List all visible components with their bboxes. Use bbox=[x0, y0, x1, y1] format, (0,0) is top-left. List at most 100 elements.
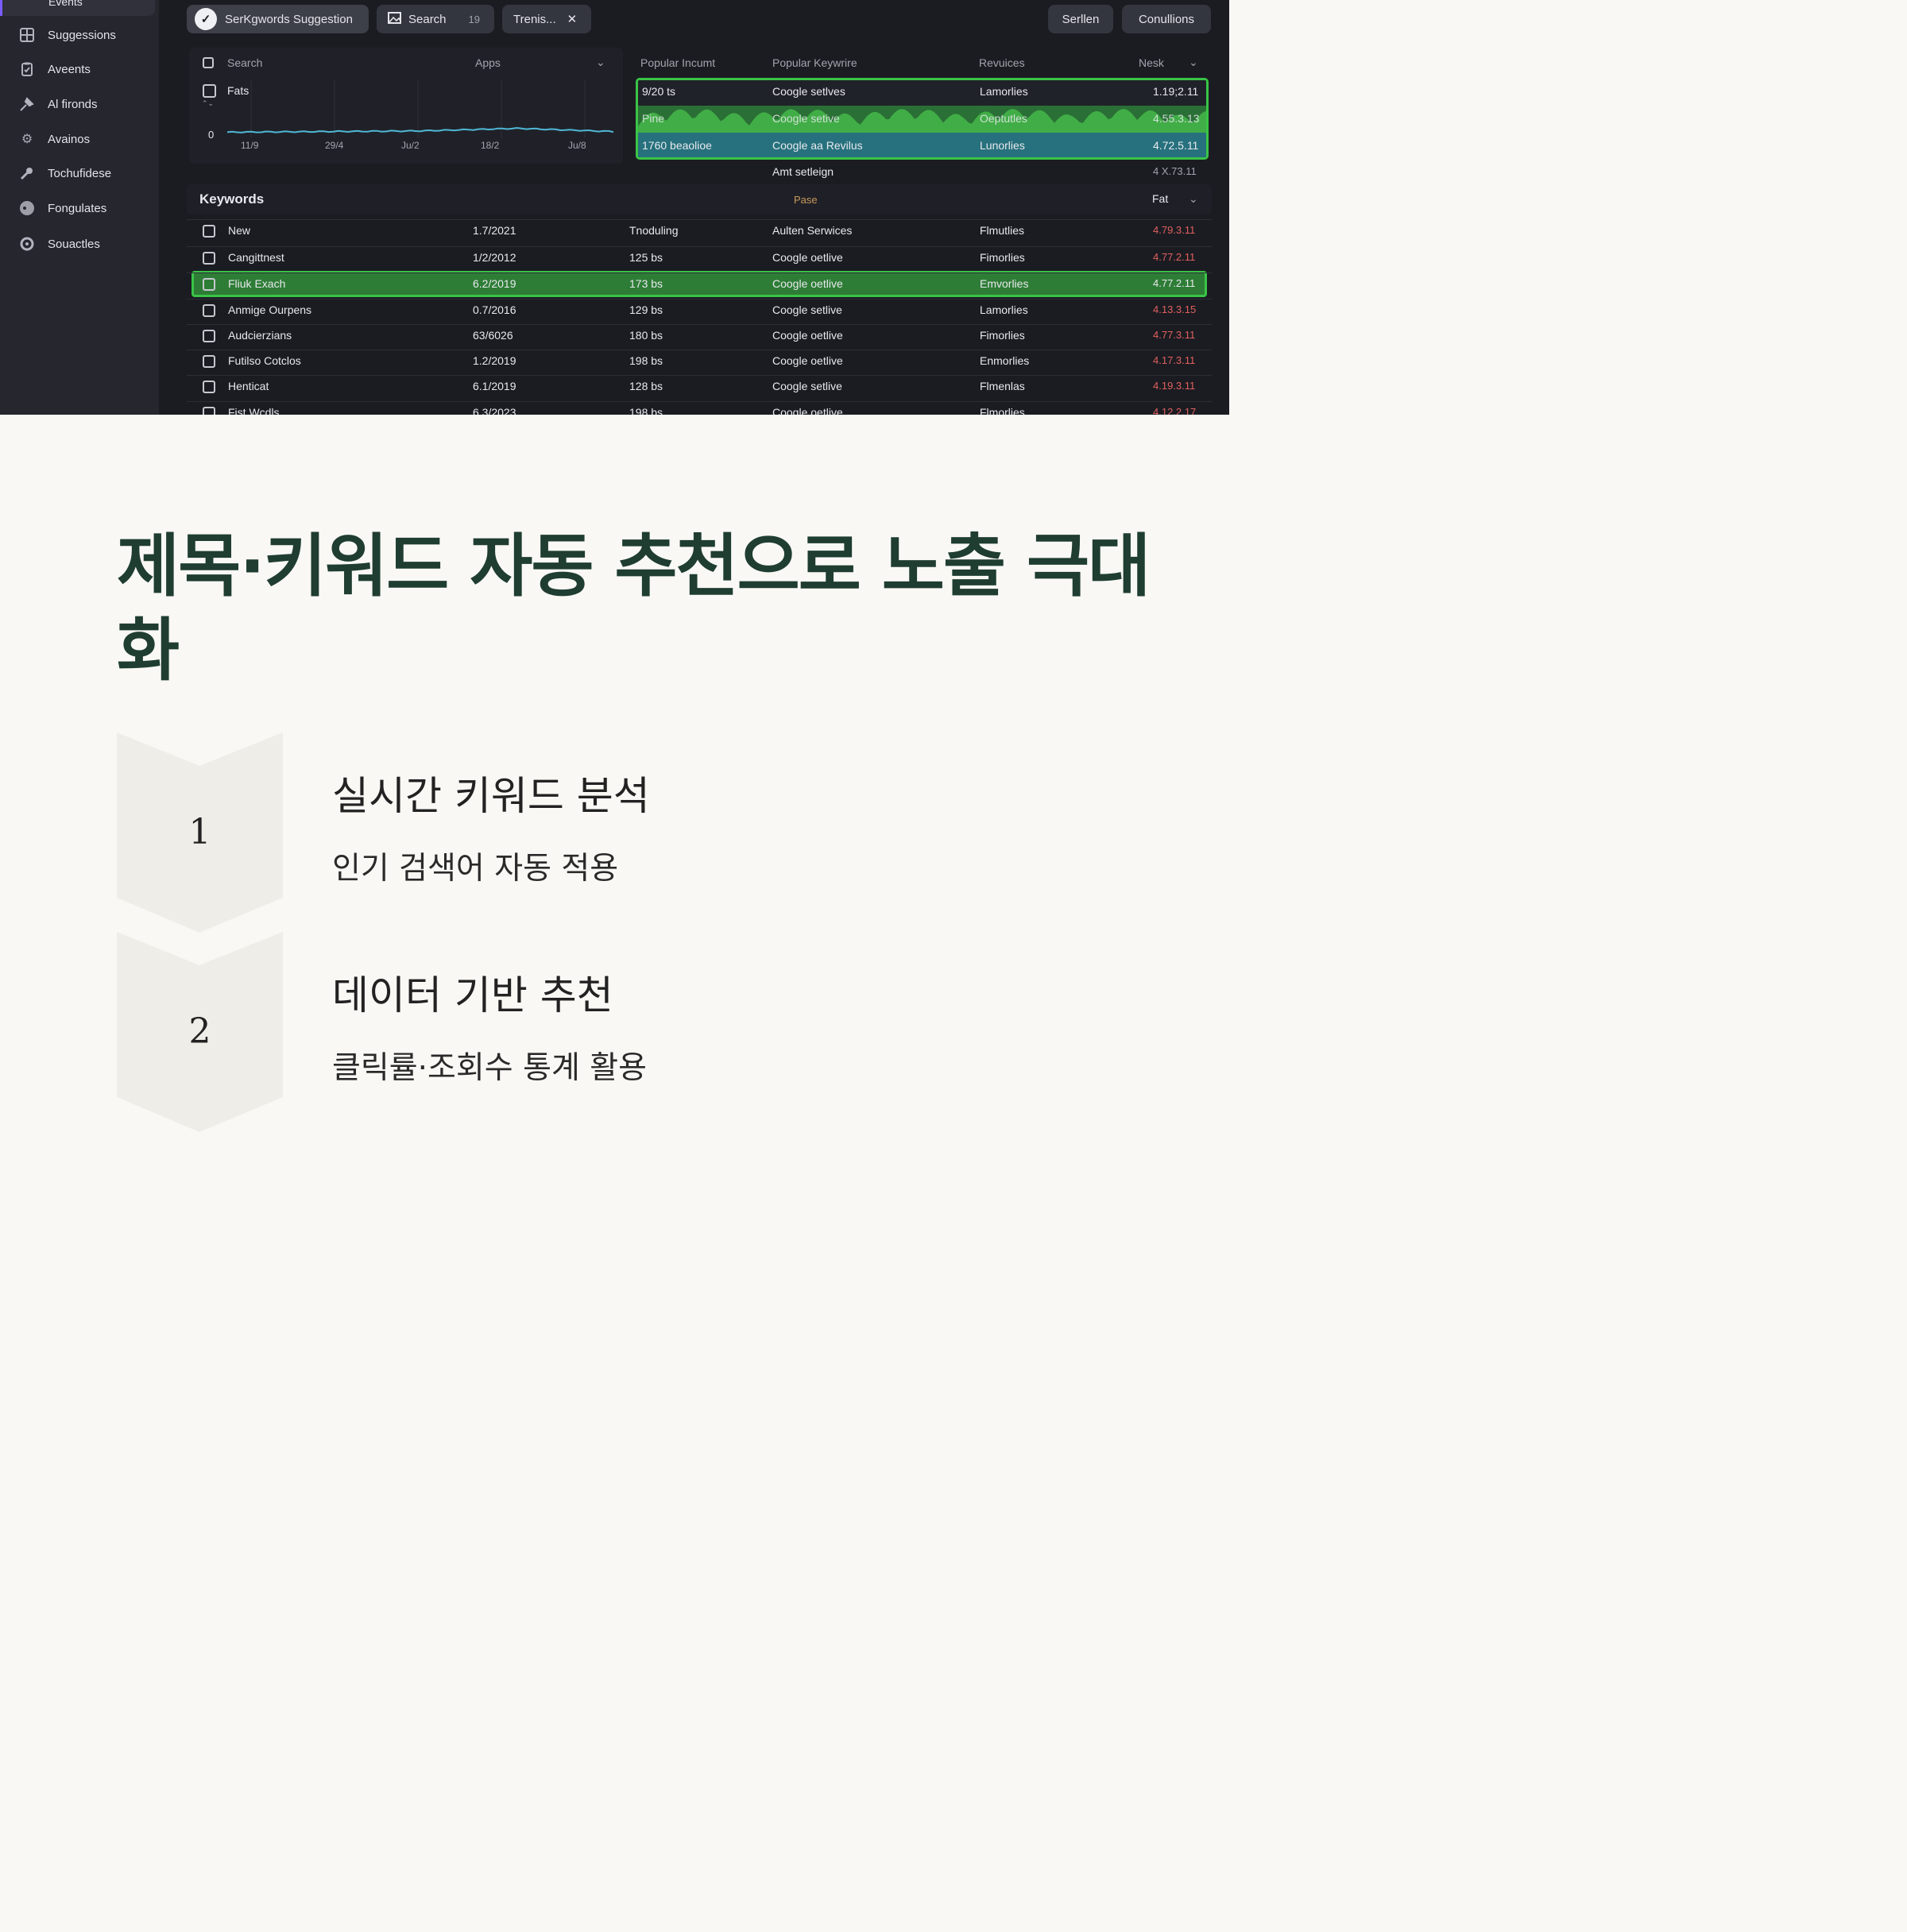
cell-text: Amt setleign bbox=[772, 165, 834, 178]
sidebar: Events Suggessions Aveents Al fironds ⚙ … bbox=[0, 0, 159, 415]
keyword-cell-name: Fist Wcdls bbox=[228, 406, 280, 415]
table-row bbox=[638, 80, 1206, 106]
cell-text: Coogle setlves bbox=[772, 85, 845, 98]
row-checkbox[interactable] bbox=[203, 225, 215, 238]
row-checkbox[interactable] bbox=[203, 381, 215, 393]
sidebar-item-events[interactable]: Events bbox=[0, 0, 155, 16]
keyword-cell-bs: Tnoduling bbox=[629, 224, 679, 237]
cell-text: Oeptutles bbox=[980, 112, 1027, 125]
chevron-down-icon[interactable]: ⌄ bbox=[1189, 56, 1198, 69]
keyword-cell-service: Coogle oetlive bbox=[772, 277, 843, 290]
row-checkbox[interactable] bbox=[203, 330, 215, 342]
serllen-button[interactable]: Serllen bbox=[1048, 5, 1113, 33]
keyword-cell-val: 4.77.2.11 bbox=[1153, 277, 1196, 289]
keyword-cell-bs: 198 bs bbox=[629, 406, 663, 415]
slide-title: 제목·키워드 자동 추천으로 노출 극대화 bbox=[117, 527, 1151, 690]
keyword-cell-cat: Enmorlies bbox=[980, 354, 1030, 367]
fats-checkbox[interactable] bbox=[203, 84, 216, 98]
row-checkbox[interactable] bbox=[203, 252, 215, 265]
column-header: Revuices bbox=[979, 56, 1025, 69]
keyword-cell-val: 4.12.2.17 bbox=[1153, 406, 1197, 415]
keyword-cell-date: 1.2/2019 bbox=[473, 354, 516, 367]
trends-tab[interactable]: Trenis... ✕ bbox=[502, 5, 591, 33]
row-divider bbox=[187, 324, 1212, 325]
x-tick-label: 11/9 bbox=[241, 140, 259, 151]
sidebar-item-label: Suggessions bbox=[48, 28, 116, 42]
sidebar-item-fongulates[interactable]: Fongulates bbox=[0, 192, 155, 224]
x-tick-label: Ju/8 bbox=[568, 140, 586, 151]
step-number: 2 bbox=[188, 1011, 211, 1052]
tab-label: SerKgwords Suggestion bbox=[225, 12, 353, 26]
cell-text: 1.19;2.11 bbox=[1153, 85, 1199, 98]
column-header: Popular Keywrire bbox=[772, 56, 857, 69]
keyword-cell-cat: Lamorlies bbox=[980, 303, 1028, 316]
cell-text: Pine bbox=[642, 112, 665, 125]
close-icon[interactable]: ✕ bbox=[567, 12, 578, 26]
keyword-cell-service: Coogle setlive bbox=[772, 380, 842, 392]
series-line bbox=[227, 126, 613, 133]
keyword-cell-val: 4.17.3.11 bbox=[1153, 354, 1196, 366]
column-header: Popular Incumt bbox=[640, 56, 716, 69]
keyword-volume-sparkline bbox=[638, 109, 1206, 133]
keyword-cell-cat: Flmutlies bbox=[980, 224, 1025, 237]
cell-text: Coogle setive bbox=[772, 112, 840, 125]
keyword-cell-val: 4.13.3.15 bbox=[1153, 303, 1197, 315]
row-checkbox[interactable] bbox=[203, 407, 215, 415]
search-column-header: Search bbox=[227, 56, 263, 69]
keyword-cell-name: Audcierzians bbox=[228, 329, 292, 342]
sidebar-item-tochufidese[interactable]: Tochufidese bbox=[0, 157, 155, 189]
keywords-title: Keywords bbox=[199, 191, 265, 207]
trend-line-chart bbox=[227, 79, 613, 138]
cell-text: Lunorlies bbox=[980, 139, 1025, 152]
keyword-cell-cat: Fimorlies bbox=[980, 329, 1025, 342]
tab-label: Trenis... bbox=[513, 12, 556, 26]
search-tab[interactable]: Search 19 bbox=[377, 5, 494, 33]
apps-column-header: Apps bbox=[475, 56, 501, 69]
row-divider bbox=[187, 219, 1212, 220]
tab-label: Search bbox=[408, 12, 447, 26]
chevron-down-icon[interactable]: ⌄ bbox=[596, 56, 605, 69]
row-checkbox[interactable] bbox=[203, 304, 215, 317]
table-row bbox=[638, 133, 1206, 157]
column-header: Nesk bbox=[1139, 56, 1164, 69]
keyword-suggestion-tab[interactable]: ✓ SerKgwords Suggestion bbox=[187, 5, 369, 33]
keyword-cell-date: 1/2/2012 bbox=[473, 251, 516, 264]
pagination-label: Pase bbox=[794, 194, 818, 206]
app-screenshot: Events Suggessions Aveents Al fironds ⚙ … bbox=[0, 0, 1229, 415]
popular-keywords-selection[interactable] bbox=[636, 78, 1209, 160]
button-label: Serllen bbox=[1062, 12, 1100, 26]
keyword-cell-service: Aulten Serwices bbox=[772, 224, 853, 237]
cell-text: Coogle aa Revilus bbox=[772, 139, 863, 152]
chevron-down-icon[interactable]: ⌄ bbox=[1189, 192, 1198, 206]
row-checkbox[interactable] bbox=[203, 355, 215, 368]
keyword-cell-val: 4.77.3.11 bbox=[1153, 329, 1196, 341]
sidebar-item-suggestions[interactable]: Suggessions bbox=[0, 19, 155, 51]
row-divider bbox=[187, 246, 1212, 247]
selected-keyword-row[interactable] bbox=[191, 271, 1207, 297]
grid-icon bbox=[19, 27, 35, 43]
keyword-cell-bs: 128 bs bbox=[629, 380, 663, 392]
filter-label[interactable]: Fat bbox=[1152, 192, 1168, 205]
keyword-cell-name: Fliuk Exach bbox=[228, 277, 286, 290]
keyword-cell-val: 4.77.2.11 bbox=[1153, 251, 1196, 263]
sidebar-item-souactles[interactable]: Souactles bbox=[0, 228, 155, 260]
cell-text: 9/20 ts bbox=[642, 85, 676, 98]
keyword-cell-date: 1.7/2021 bbox=[473, 224, 516, 237]
step-title: 실시간 키워드 분석 bbox=[332, 773, 650, 819]
search-count-badge: 19 bbox=[468, 13, 480, 25]
x-tick-label: 29/4 bbox=[325, 140, 344, 151]
sort-icon: ⌃⌄ bbox=[202, 99, 215, 107]
keyword-cell-val: 4.79.3.11 bbox=[1153, 224, 1196, 236]
sidebar-item-avainos[interactable]: ⚙ Avainos bbox=[0, 123, 155, 155]
sidebar-item-aveents[interactable]: Aveents bbox=[0, 53, 155, 85]
gear-icon: ⚙ bbox=[21, 133, 33, 146]
search-checkbox[interactable] bbox=[203, 57, 214, 68]
conullions-button[interactable]: Conullions bbox=[1122, 5, 1211, 33]
row-checkbox[interactable] bbox=[203, 278, 215, 291]
clipboard-icon bbox=[19, 61, 35, 77]
keyword-cell-date: 6.1/2019 bbox=[473, 380, 516, 392]
keyword-cell-service: Coogle oetlive bbox=[772, 406, 843, 415]
image-icon bbox=[388, 11, 401, 27]
sidebar-item-al-fironds[interactable]: Al fironds bbox=[0, 88, 155, 120]
keyword-cell-name: New bbox=[228, 224, 251, 237]
